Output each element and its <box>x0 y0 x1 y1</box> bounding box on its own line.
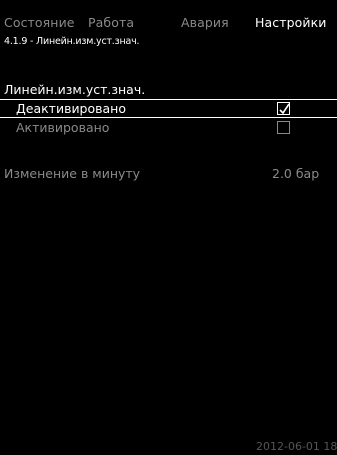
rate-value[interactable]: 2.0 бар <box>272 166 319 181</box>
tab-settings[interactable]: Настройки <box>255 15 327 30</box>
selection-divider-top <box>0 99 337 100</box>
tab-status[interactable]: Состояние <box>4 15 75 30</box>
tab-bar: Состояние Работа Авария Настройки <box>0 15 337 33</box>
tab-operation[interactable]: Работа <box>88 15 134 30</box>
selection-divider-bottom <box>0 117 337 118</box>
rate-label: Изменение в минуту <box>4 166 141 181</box>
tab-alarm[interactable]: Авария <box>181 15 229 30</box>
option-activated[interactable]: Активировано <box>16 120 109 135</box>
section-title: Линейн.изм.уст.знач. <box>4 82 146 97</box>
checkmark-icon <box>279 103 290 115</box>
checkbox-deactivated[interactable] <box>277 102 290 115</box>
option-deactivated[interactable]: Деактивировано <box>16 101 126 116</box>
datetime-footer: 2012-06-01 18:2 <box>256 440 337 453</box>
checkbox-activated[interactable] <box>277 121 290 134</box>
breadcrumb: 4.1.9 - Линейн.изм.уст.знач. <box>4 36 140 47</box>
